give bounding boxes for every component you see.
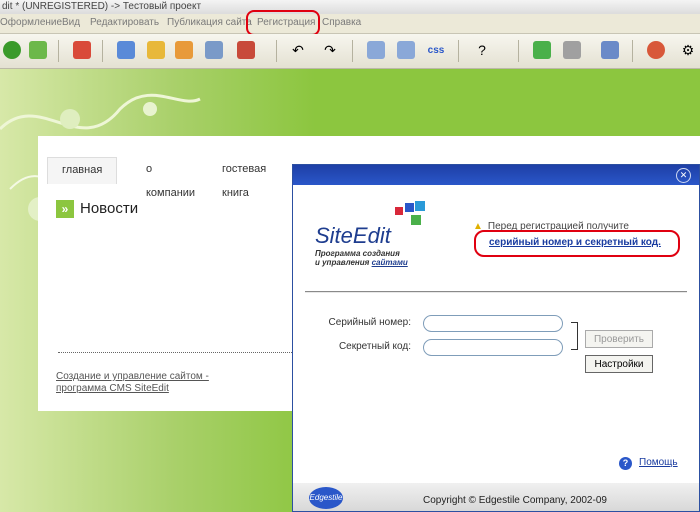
nav-tab-about[interactable]: о компании <box>146 157 195 199</box>
secret-code-input[interactable] <box>423 339 563 356</box>
layout2-icon[interactable] <box>394 38 418 62</box>
secret-label: Секретный код: <box>338 341 411 352</box>
menu-edit[interactable]: Редактировать <box>90 17 159 28</box>
menu-bar: Оформление Вид Редактировать Публикация … <box>0 14 700 34</box>
css-icon[interactable]: css <box>424 38 448 62</box>
rss-icon[interactable] <box>172 38 196 62</box>
nav-tab-guestbook[interactable]: гостевая книга <box>222 157 266 199</box>
gear-icon[interactable]: ⚙ <box>676 38 700 62</box>
toolbar: ↶ ↷ css ? ⚙ <box>0 34 700 69</box>
copyright-text: Copyright © Edgestile Company, 2002-09 <box>423 495 607 506</box>
footer-link-line2: программа CMS SiteEdit <box>56 383 169 394</box>
form-icon[interactable] <box>202 38 226 62</box>
page-icon[interactable] <box>114 38 138 62</box>
news-heading: Новости <box>80 200 139 217</box>
footer-link-line1: Создание и управление сайтом - <box>56 371 209 382</box>
serial-number-input[interactable] <box>423 315 563 332</box>
redo-icon[interactable]: ↷ <box>318 38 342 62</box>
dialog-divider <box>305 291 687 293</box>
help-link[interactable]: Помощь <box>639 457 678 468</box>
news-arrow-icon: » <box>56 200 74 218</box>
toolbar-separator <box>632 40 633 62</box>
folder-icon[interactable] <box>144 38 168 62</box>
toolbar-separator <box>276 40 277 62</box>
toolbar-separator <box>518 40 519 62</box>
logo-subtitle-2: и управления сайтами <box>315 258 408 267</box>
palette-icon[interactable] <box>644 38 668 62</box>
logo-subtitle-2-link: сайтами <box>371 258 408 267</box>
settings-button[interactable]: Настройки <box>585 355 653 373</box>
footer-link[interactable]: Создание и управление сайтом - программа… <box>56 371 209 395</box>
dotted-divider <box>58 352 294 353</box>
structure-icon[interactable] <box>598 38 622 62</box>
toolbar-separator <box>352 40 353 62</box>
toolbar-separator <box>58 40 59 62</box>
go-icon[interactable] <box>0 38 24 62</box>
toolbar-separator <box>102 40 103 62</box>
serial-link-highlight <box>474 230 680 257</box>
menu-publish[interactable]: Публикация сайта <box>167 17 252 28</box>
refresh-icon[interactable] <box>26 38 50 62</box>
menu-view[interactable]: Вид <box>62 17 80 28</box>
logo-subtitle-2-prefix: и управления <box>315 258 372 267</box>
puzzle-icon[interactable] <box>70 38 94 62</box>
help-icon[interactable]: ? <box>470 38 494 62</box>
menu-help[interactable]: Справка <box>322 17 361 28</box>
serial-label: Серийный номер: <box>328 317 411 328</box>
window-title: dit * (UNREGISTERED) -> Тестовый проект <box>0 0 700 14</box>
close-icon[interactable]: ✕ <box>676 168 691 183</box>
edit-page-icon[interactable] <box>560 38 584 62</box>
add-page-icon[interactable] <box>530 38 554 62</box>
registration-dialog: ✕ SiteEdit Программа создания и управлен… <box>292 164 700 512</box>
layout-icon[interactable] <box>364 38 388 62</box>
logo-subtitle-1: Программа создания <box>315 249 400 258</box>
fields-bracket <box>571 322 578 350</box>
check-button[interactable]: Проверить <box>585 330 653 348</box>
email-icon[interactable] <box>234 38 258 62</box>
edgestile-logo: Edgestile <box>309 487 343 509</box>
menu-design[interactable]: Оформление <box>0 17 62 28</box>
siteedit-logo: SiteEdit Программа создания и управления… <box>315 223 408 267</box>
undo-icon[interactable]: ↶ <box>286 38 310 62</box>
toolbar-separator <box>458 40 459 62</box>
dialog-titlebar <box>293 165 699 185</box>
registration-highlight <box>246 10 320 36</box>
logo-text: SiteEdit <box>315 223 391 248</box>
help-circle-icon[interactable]: ? <box>619 457 632 470</box>
nav-tab-home[interactable]: главная <box>47 157 118 184</box>
